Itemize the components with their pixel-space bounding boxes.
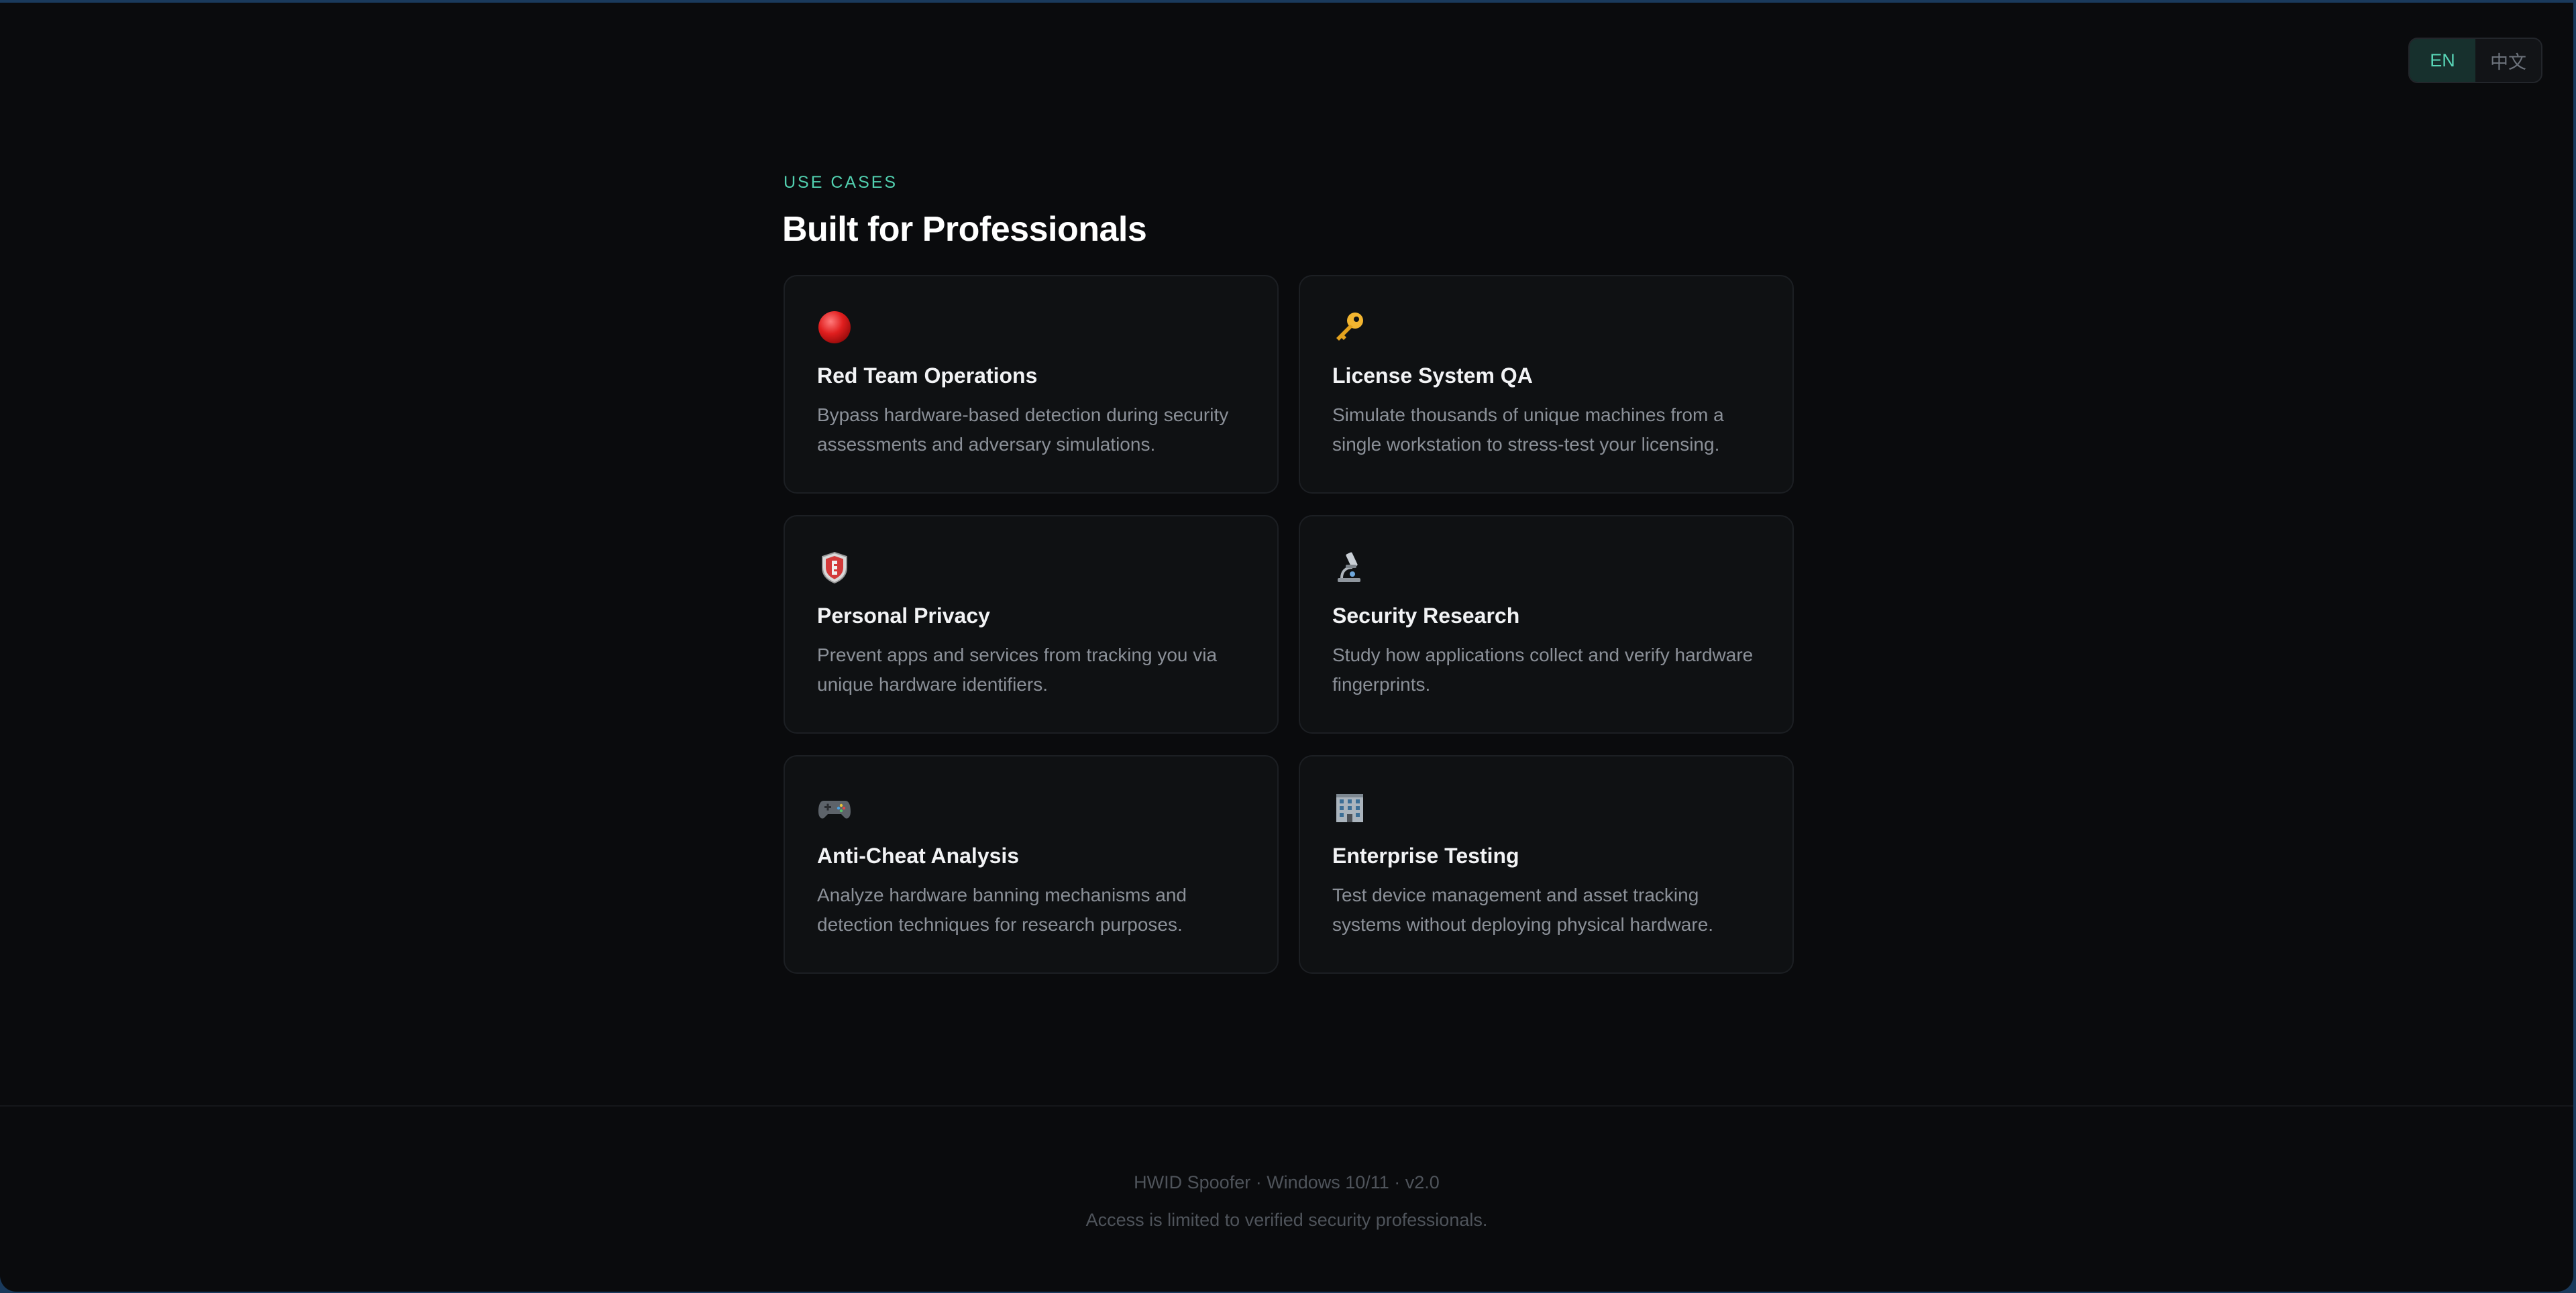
use-case-card-red-team: Red Team Operations Bypass hardware-base… — [784, 275, 1279, 494]
card-description: Analyze hardware banning mechanisms and … — [817, 885, 1187, 935]
game-controller-icon — [817, 790, 852, 825]
card-description: Simulate thousands of unique machines fr… — [1332, 404, 1724, 455]
card-title: Enterprise Testing — [1332, 844, 1519, 868]
use-case-card-anti-cheat: Anti-Cheat Analysis Analyze hardware ban… — [784, 755, 1279, 974]
card-title: Anti-Cheat Analysis — [817, 844, 1020, 868]
footer-product-line: HWID Spoofer · Windows 10/11 · v2.0 — [1134, 1172, 1440, 1192]
card-description: Bypass hardware-based detection during s… — [817, 404, 1229, 455]
card-description: Study how applications collect and verif… — [1332, 644, 1754, 695]
section-title: Built for Professionals — [782, 210, 1147, 249]
card-title: License System QA — [1332, 363, 1533, 388]
use-case-card-enterprise: Enterprise Testing Test device managemen… — [1299, 755, 1794, 974]
footer-notice: Access is limited to verified security p… — [1085, 1210, 1488, 1230]
card-description: Prevent apps and services from tracking … — [817, 644, 1218, 695]
office-building-icon — [1332, 790, 1367, 825]
card-title: Red Team Operations — [817, 363, 1038, 388]
shield-icon — [817, 550, 852, 585]
language-option-zh[interactable]: 中文 — [2475, 39, 2541, 82]
use-case-card-privacy: Personal Privacy Prevent apps and servic… — [784, 515, 1279, 734]
card-title: Security Research — [1332, 604, 1520, 628]
section-eyebrow: USE CASES — [784, 173, 898, 192]
microscope-icon — [1332, 550, 1367, 585]
footer-divider — [0, 1105, 2573, 1107]
card-title: Personal Privacy — [817, 604, 990, 628]
use-case-card-security-research: Security Research Study how applications… — [1299, 515, 1794, 734]
red-circle-icon — [817, 310, 852, 345]
use-case-card-license-qa: License System QA Simulate thousands of … — [1299, 275, 1794, 494]
key-icon — [1332, 310, 1367, 345]
language-switch: EN 中文 — [2408, 38, 2542, 83]
card-description: Test device management and asset trackin… — [1332, 885, 1714, 935]
app-window: EN 中文 USE CASES Built for Professionals … — [0, 3, 2573, 1292]
language-option-en[interactable]: EN — [2410, 39, 2475, 82]
